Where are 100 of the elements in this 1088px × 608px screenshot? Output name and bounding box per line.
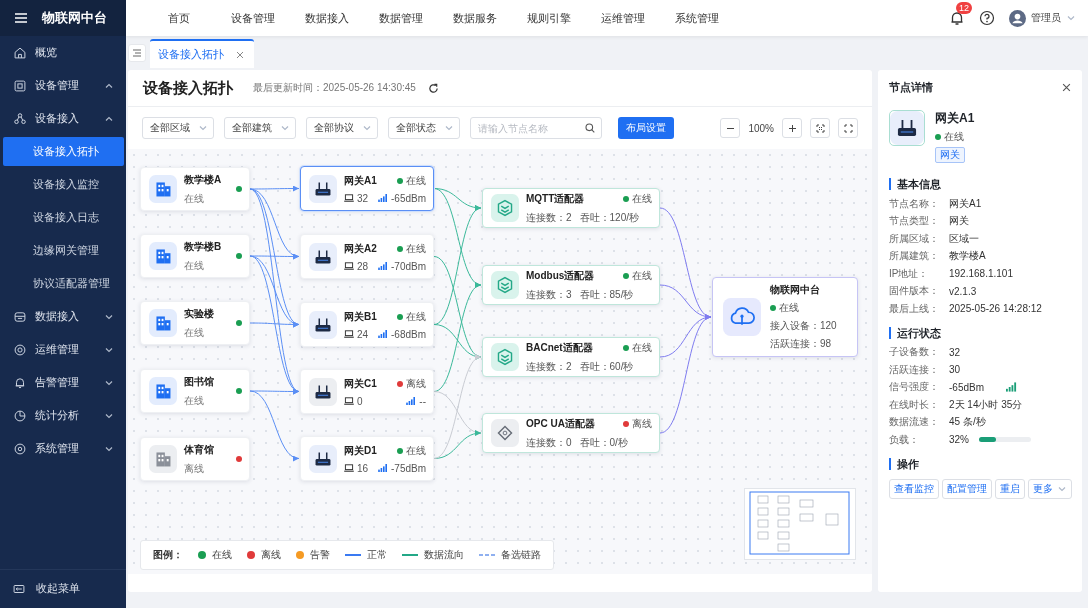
user-name[interactable]: 管理员	[1031, 11, 1061, 25]
router-icon	[309, 174, 337, 203]
menu-item-icon	[13, 441, 27, 456]
sidebar-item[interactable]: 系统管理	[0, 432, 126, 465]
field-value: 30	[949, 364, 961, 376]
menu-icon[interactable]	[14, 11, 28, 25]
list-icon	[132, 48, 142, 58]
avatar-icon[interactable]	[1009, 9, 1026, 27]
laptop-icon	[344, 194, 354, 202]
node-name: 体育馆	[184, 442, 215, 457]
sidebar-item[interactable]: 告警管理	[0, 366, 126, 399]
search-icon[interactable]	[585, 123, 595, 133]
nav-link[interactable]: 数据服务	[438, 10, 512, 26]
refresh-icon[interactable]	[427, 82, 439, 94]
nav-link[interactable]: 首页	[142, 10, 216, 26]
notification-badge: 12	[956, 2, 972, 14]
sidebar-item[interactable]: 统计分析	[0, 399, 126, 432]
node-status: 在线	[184, 325, 205, 340]
bell-icon[interactable]	[949, 10, 965, 26]
node-status: 在线	[184, 191, 205, 206]
nav-link[interactable]: 设备管理	[216, 10, 290, 26]
menu-item-icon	[13, 111, 27, 126]
node-status: 在线	[406, 443, 426, 458]
filter-dropdown[interactable]: 全部状态	[388, 117, 460, 139]
gateway-node[interactable]: 网关C1 离线 0 --	[300, 369, 434, 414]
cloud-icon	[723, 298, 761, 336]
legend-label: 备选链路	[501, 548, 541, 562]
connection-count: 连接数：3	[526, 287, 572, 302]
close-icon[interactable]	[236, 50, 244, 59]
layout-settings-button[interactable]: 布局设置	[618, 117, 674, 139]
device-count: 24	[357, 328, 369, 340]
fullscreen-button[interactable]	[838, 118, 858, 138]
zoom-in-button[interactable]	[782, 118, 802, 138]
sidebar-subitem[interactable]: 设备接入拓扑	[3, 137, 124, 166]
sidebar-item[interactable]: 概览	[0, 36, 126, 69]
sidebar-item[interactable]: 设备管理	[0, 69, 126, 102]
sidebar-item[interactable]: 数据接入	[0, 300, 126, 333]
signal-icon	[406, 397, 417, 405]
adapter-node[interactable]: MQTT适配器 在线 连接数：2 吞吐：120/秒	[482, 188, 660, 228]
legend-label: 离线	[261, 548, 281, 562]
chevron-down-icon	[444, 123, 454, 133]
nav-link[interactable]: 系统管理	[660, 10, 734, 26]
building-icon	[149, 377, 177, 405]
adapter-node[interactable]: Modbus适配器 在线 连接数：3 吞吐：85/秒	[482, 265, 660, 305]
close-icon[interactable]	[1062, 82, 1071, 92]
sidebar-subitem[interactable]: 设备接入监控	[3, 170, 124, 199]
field-label: 最后上线：	[889, 301, 940, 316]
more-dropdown[interactable]: 更多	[1028, 478, 1072, 499]
nav-link[interactable]: 数据管理	[364, 10, 438, 26]
sidebar-subitem[interactable]: 协议适配器管理	[3, 269, 124, 298]
building-node[interactable]: 教学楼A 在线	[140, 167, 250, 211]
field-label: 所属区域：	[889, 231, 940, 246]
field-value: 网关A1	[949, 196, 982, 211]
legend-label: 正常	[367, 548, 387, 562]
menu-item-icon	[13, 78, 27, 93]
gateway-node[interactable]: 网关D1 在线 16 -75dBm	[300, 436, 434, 481]
action-button[interactable]: 配置管理	[942, 478, 992, 499]
chevron-down-icon	[362, 123, 372, 133]
node-name: 网关A1	[344, 173, 377, 188]
node-status: 在线	[406, 241, 426, 256]
fit-view-button[interactable]	[810, 118, 830, 138]
fit-view-icon	[815, 123, 825, 133]
node-name: OPC UA适配器	[526, 416, 595, 431]
page-tab[interactable]: 设备接入拓扑	[150, 39, 254, 68]
sidebar-item[interactable]: 设备接入	[0, 102, 126, 135]
device-count: 接入设备：120	[770, 319, 838, 333]
filter-dropdown[interactable]: 全部建筑	[224, 117, 296, 139]
legend-label: 告警	[310, 548, 330, 562]
action-button[interactable]: 查看监控	[889, 478, 939, 499]
gateway-node[interactable]: 网关B1 在线 24 -68dBm	[300, 302, 434, 347]
node-title: 网关A1	[935, 110, 975, 127]
filter-dropdown[interactable]: 全部区域	[142, 117, 214, 139]
field-label: 活跃连接：	[889, 362, 940, 377]
signal-strength: -75dBm	[391, 462, 426, 474]
building-node[interactable]: 体育馆 离线	[140, 437, 250, 481]
gateway-node[interactable]: 网关A1 在线 32 -65dBm	[300, 166, 434, 211]
signal-icon	[378, 330, 388, 338]
help-icon[interactable]	[979, 10, 995, 26]
filter-dropdown[interactable]: 全部协议	[306, 117, 378, 139]
nav-link[interactable]: 规则引擎	[512, 10, 586, 26]
building-node[interactable]: 教学楼B 在线	[140, 234, 250, 278]
active-connections: 活跃连接：98	[770, 337, 833, 351]
field-label: 在线时长：	[889, 397, 940, 412]
action-button[interactable]: 重启	[995, 478, 1025, 499]
building-node[interactable]: 图书馆 在线	[140, 369, 250, 413]
sidebar-subitem[interactable]: 边缘网关管理	[3, 236, 124, 265]
platform-node[interactable]: 物联网中台 在线 接入设备：120 活跃连接：98	[712, 277, 858, 357]
field-label: 固件版本：	[889, 284, 940, 299]
adapter-node[interactable]: OPC UA适配器 离线 连接数：0 吞吐：0/秒	[482, 413, 660, 453]
gateway-node[interactable]: 网关A2 在线 28 -70dBm	[300, 234, 434, 279]
nav-link[interactable]: 数据接入	[290, 10, 364, 26]
adapter-node[interactable]: BACnet适配器 在线 连接数：2 吞吐：60/秒	[482, 337, 660, 377]
search-field[interactable]: 请输入节点名称	[470, 117, 602, 139]
sidebar-subitem[interactable]: 设备接入日志	[3, 203, 124, 232]
building-node[interactable]: 实验楼 在线	[140, 301, 250, 345]
signal-icon	[1006, 382, 1017, 393]
sidebar-item[interactable]: 运维管理	[0, 333, 126, 366]
plus-icon	[787, 123, 797, 133]
field-label: 节点类型：	[889, 214, 940, 229]
nav-link[interactable]: 运维管理	[586, 10, 660, 26]
